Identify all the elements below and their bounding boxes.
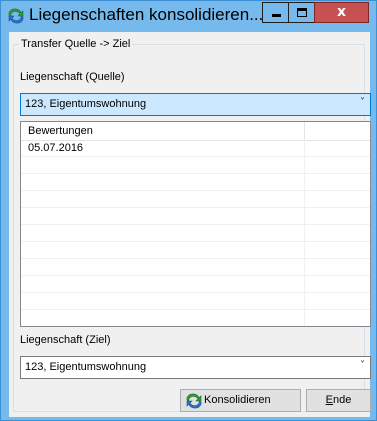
minimize-button[interactable] bbox=[262, 2, 289, 23]
column-divider bbox=[304, 310, 305, 326]
column-header-bewertungen[interactable]: Bewertungen bbox=[21, 122, 305, 140]
list-item[interactable] bbox=[21, 242, 370, 259]
list-item[interactable] bbox=[21, 157, 370, 174]
target-label: Liegenschaft (Ziel) bbox=[20, 334, 111, 346]
end-button[interactable]: Ende bbox=[306, 389, 371, 412]
source-combobox[interactable]: 123, Eigentumswohnung ˅ bbox=[20, 93, 371, 116]
maximize-icon bbox=[297, 8, 307, 17]
list-item[interactable] bbox=[21, 293, 370, 310]
dialog-window: Liegenschaften konsolidieren... x Transf… bbox=[0, 0, 377, 421]
column-divider bbox=[304, 225, 305, 242]
list-item-date: 05.07.2016 bbox=[28, 142, 84, 154]
groupbox-legend: Transfer Quelle -> Ziel bbox=[19, 38, 133, 50]
end-button-mnemonic: E bbox=[325, 394, 333, 406]
source-label: Liegenschaft (Quelle) bbox=[20, 71, 125, 83]
valuations-listview[interactable]: Bewertungen 05.07.2016 bbox=[20, 121, 371, 327]
column-divider bbox=[304, 191, 305, 208]
list-item[interactable] bbox=[21, 259, 370, 276]
column-divider bbox=[304, 276, 305, 293]
list-item[interactable] bbox=[21, 276, 370, 293]
refresh-transfer-icon bbox=[186, 393, 202, 409]
consolidate-button[interactable]: Konsolidieren bbox=[180, 389, 301, 412]
column-divider bbox=[304, 208, 305, 225]
column-divider bbox=[304, 242, 305, 259]
target-combobox-value: 123, Eigentumswohnung bbox=[25, 361, 147, 373]
column-divider bbox=[304, 293, 305, 310]
minimize-icon bbox=[272, 14, 281, 17]
chevron-down-icon[interactable]: ˅ bbox=[360, 97, 365, 108]
chevron-down-icon[interactable]: ˅ bbox=[360, 360, 365, 371]
column-divider bbox=[304, 259, 305, 276]
listview-header: Bewertungen bbox=[21, 122, 370, 141]
end-button-label: Ende bbox=[307, 394, 370, 406]
close-icon: x bbox=[336, 4, 347, 20]
target-combobox[interactable]: 123, Eigentumswohnung ˅ bbox=[20, 356, 371, 379]
window-title: Liegenschaften konsolidieren... bbox=[29, 5, 264, 24]
list-item[interactable] bbox=[21, 310, 370, 326]
source-combobox-value: 123, Eigentumswohnung bbox=[25, 98, 147, 110]
list-item[interactable] bbox=[21, 225, 370, 242]
column-divider bbox=[304, 174, 305, 191]
list-item[interactable] bbox=[21, 191, 370, 208]
list-item[interactable]: 05.07.2016 bbox=[21, 140, 370, 157]
refresh-transfer-icon bbox=[8, 8, 24, 24]
list-item[interactable] bbox=[21, 174, 370, 191]
maximize-button[interactable] bbox=[288, 2, 315, 23]
column-divider bbox=[304, 140, 305, 157]
title-bar[interactable]: Liegenschaften konsolidieren... x bbox=[1, 1, 376, 31]
list-item[interactable] bbox=[21, 208, 370, 225]
end-button-label-rest: nde bbox=[332, 394, 352, 406]
close-button[interactable]: x bbox=[314, 2, 369, 23]
consolidate-button-label: Konsolidieren bbox=[204, 394, 271, 406]
column-divider bbox=[304, 157, 305, 174]
